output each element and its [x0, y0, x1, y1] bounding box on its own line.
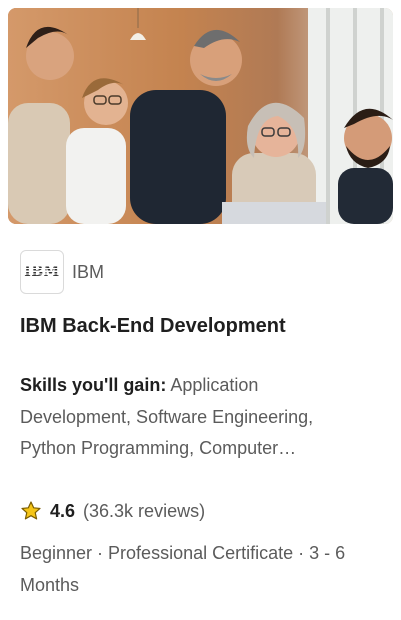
- course-image[interactable]: [8, 8, 393, 224]
- star-icon: [20, 500, 42, 522]
- skills-line-3: Python Programming, Computer…: [20, 438, 297, 458]
- skills-line-1: Skills you'll gain: Application: [20, 370, 385, 402]
- ibm-logo-text: IBM: [24, 264, 60, 280]
- team-photo: [8, 8, 393, 224]
- partner-name: IBM: [72, 261, 105, 282]
- course-title[interactable]: IBM Back-End Development: [20, 312, 380, 340]
- skills-line-2: Development, Software Engineering,: [20, 406, 314, 427]
- review-count: (36.3k reviews): [83, 500, 206, 521]
- partner-row: IBM IBM: [20, 250, 104, 294]
- ibm-logo: IBM: [20, 250, 64, 294]
- meta-line-2: Months: [20, 574, 80, 595]
- course-meta: Beginner · Professional Certificate · 3 …: [20, 538, 385, 601]
- rating-row: 4.6 (36.3k reviews): [20, 496, 205, 526]
- skills-label: Skills you'll gain:: [20, 375, 167, 395]
- skills-first: Application: [166, 375, 259, 395]
- meta-line-1: Beginner · Professional Certificate · 3 …: [20, 543, 346, 563]
- course-card[interactable]: IBM IBM IBM Back-End Development Skills …: [0, 0, 401, 620]
- skills-text: Skills you'll gain: Application Developm…: [20, 370, 385, 465]
- rating-value: 4.6: [50, 500, 76, 521]
